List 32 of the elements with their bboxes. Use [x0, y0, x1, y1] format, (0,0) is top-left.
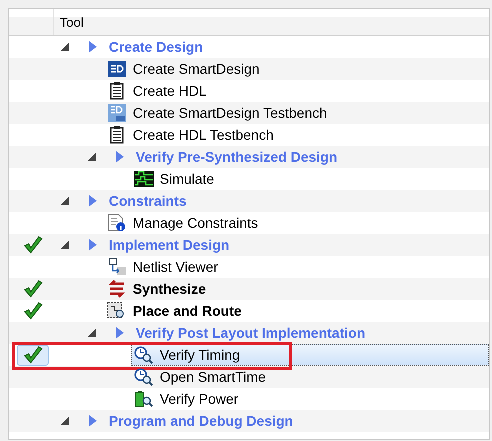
- expander-icon[interactable]: [61, 417, 69, 425]
- play-icon: [89, 239, 97, 251]
- play-icon: [89, 415, 97, 427]
- play-icon: [89, 195, 97, 207]
- tool-item[interactable]: Place and Route: [104, 300, 489, 322]
- clock-magnifier-icon: [134, 346, 154, 364]
- battery-magnifier-icon: [134, 390, 154, 408]
- expander-icon[interactable]: [61, 241, 69, 249]
- play-icon: [116, 327, 124, 339]
- expander-icon[interactable]: [88, 153, 96, 161]
- play-icon: [89, 41, 97, 53]
- waveform-icon: [134, 170, 154, 188]
- play-icon: [116, 151, 124, 163]
- expander-icon[interactable]: [61, 197, 69, 205]
- expander-icon[interactable]: [61, 43, 69, 51]
- expander-icon[interactable]: [88, 329, 96, 337]
- check-icon: [23, 280, 43, 298]
- s-arrows-icon: [107, 280, 127, 298]
- tool-item[interactable]: Verify Power: [131, 388, 489, 410]
- check-icon: [23, 302, 43, 320]
- tool-item[interactable]: Manage Constraints: [104, 212, 489, 234]
- check-icon: [23, 346, 43, 364]
- layout-magnifier-icon: [107, 302, 127, 320]
- group-label[interactable]: Implement Design: [109, 237, 230, 253]
- tool-item[interactable]: Simulate: [131, 168, 489, 190]
- group-label[interactable]: Constraints: [109, 193, 187, 209]
- tool-item[interactable]: Create HDL Testbench: [104, 124, 489, 146]
- check-icon: [23, 236, 43, 254]
- tool-item[interactable]: Verify Timing: [131, 344, 489, 366]
- tool-item[interactable]: Create HDL: [104, 80, 489, 102]
- tool-item[interactable]: Netlist Viewer: [104, 256, 489, 278]
- group-label[interactable]: Create Design: [109, 39, 204, 55]
